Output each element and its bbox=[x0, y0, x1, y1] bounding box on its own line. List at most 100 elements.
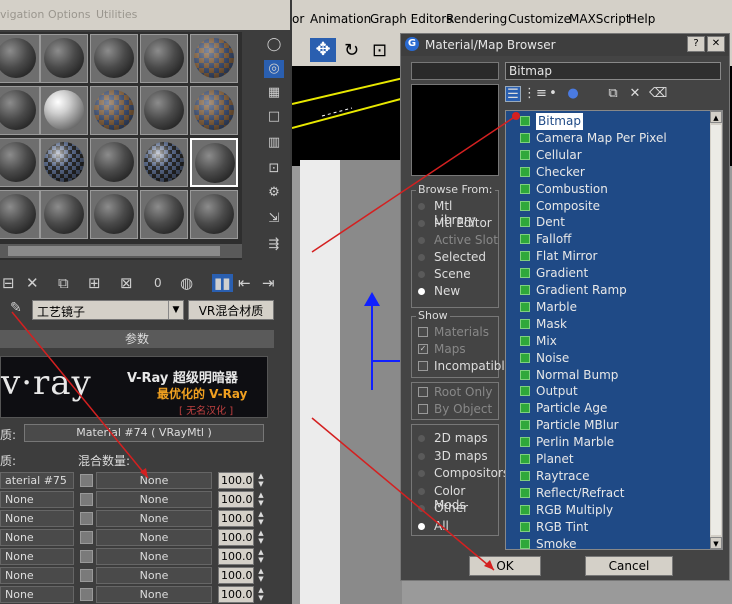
update-scene-icon[interactable]: ⧉ bbox=[605, 86, 621, 102]
map-list-item[interactable]: Checker bbox=[510, 164, 706, 181]
amount-spinner-icon[interactable]: ▲ ▼ bbox=[256, 472, 266, 489]
options-icon[interactable]: ⚙ bbox=[264, 184, 284, 202]
blend-amount-input[interactable]: 100.0 bbox=[218, 510, 254, 527]
radio-option[interactable]: 3D maps bbox=[418, 449, 498, 465]
show-end-result-icon[interactable]: ◍ bbox=[180, 274, 193, 292]
radio-option[interactable]: All bbox=[418, 519, 498, 535]
radio-option[interactable]: Compositors bbox=[418, 466, 509, 482]
sample-type-icon[interactable]: ◯ bbox=[264, 36, 284, 54]
rotate-icon[interactable]: ↻ bbox=[344, 40, 359, 61]
radio-option[interactable]: Mtl Editor bbox=[418, 216, 498, 232]
menu-maxscript[interactable]: MAXScript bbox=[569, 12, 631, 26]
blend-map-button[interactable]: None bbox=[96, 529, 212, 546]
checkbox-option[interactable]: By Object bbox=[418, 402, 498, 418]
map-list-item[interactable]: Perlin Marble bbox=[510, 434, 706, 451]
material-slot[interactable] bbox=[0, 138, 40, 187]
radio-option[interactable]: New bbox=[418, 284, 498, 300]
menu-help[interactable]: Help bbox=[628, 12, 655, 26]
delete-from-library-icon[interactable]: ✕ bbox=[627, 86, 643, 102]
amount-spinner-icon[interactable]: ▲ ▼ bbox=[256, 586, 266, 603]
make-unique-icon[interactable]: ⧉ bbox=[58, 274, 69, 292]
amount-spinner-icon[interactable]: ▲ ▼ bbox=[256, 510, 266, 527]
scroll-up-icon[interactable]: ▲ bbox=[710, 111, 722, 123]
blend-amount-input[interactable]: 100.0 bbox=[218, 567, 254, 584]
base-material-button[interactable]: Material #74 ( VRayMtl ) bbox=[24, 424, 264, 442]
map-list-item[interactable]: Gradient Ramp bbox=[510, 282, 706, 299]
map-list-item[interactable]: Planet bbox=[510, 451, 706, 468]
map-list-scrollbar[interactable]: ▲ ▼ bbox=[710, 111, 722, 549]
put-to-library-icon[interactable]: ⊟ bbox=[2, 274, 15, 292]
material-slot[interactable] bbox=[140, 86, 188, 135]
menu-rendering[interactable]: Rendering bbox=[446, 12, 507, 26]
coat-enable-checkbox[interactable] bbox=[80, 474, 93, 487]
help-button[interactable]: ? bbox=[687, 36, 705, 52]
video-color-icon[interactable]: ▥ bbox=[264, 134, 284, 152]
material-slot[interactable] bbox=[190, 86, 238, 135]
coat-material-button[interactable]: None bbox=[0, 510, 74, 527]
show-in-viewport-icon[interactable]: ▮▮ bbox=[212, 274, 233, 292]
coat-enable-checkbox[interactable] bbox=[80, 550, 93, 563]
blend-amount-input[interactable]: 100.0 bbox=[218, 586, 254, 603]
menu-utilities[interactable]: Utilities bbox=[96, 8, 137, 21]
coat-material-button[interactable]: None bbox=[0, 491, 74, 508]
map-list-item[interactable]: Particle Age bbox=[510, 400, 706, 417]
material-id-label[interactable]: 0 bbox=[154, 276, 162, 290]
coat-enable-checkbox[interactable] bbox=[80, 493, 93, 506]
checkbox-option[interactable]: ✓ Maps bbox=[418, 342, 498, 358]
material-slot[interactable] bbox=[0, 190, 40, 239]
map-list-scroll-thumb[interactable] bbox=[711, 125, 721, 535]
background-checker-icon[interactable]: ▦ bbox=[264, 84, 284, 102]
blend-map-button[interactable]: None bbox=[96, 567, 212, 584]
select-by-material-icon[interactable]: ⇲ bbox=[264, 210, 284, 228]
backlight-icon[interactable]: ◎ bbox=[264, 60, 284, 78]
map-list-item[interactable]: Normal Bump bbox=[510, 367, 706, 384]
move-icon[interactable]: ✥ bbox=[310, 38, 336, 62]
radio-option[interactable]: Selected bbox=[418, 250, 498, 266]
clear-library-icon[interactable]: ⌫ bbox=[649, 86, 667, 102]
slots-scrollbar[interactable] bbox=[0, 244, 242, 258]
menu-options[interactable]: Options bbox=[48, 8, 90, 21]
view-small-icons-icon[interactable]: • bbox=[545, 86, 561, 102]
delete-icon[interactable]: ✕ bbox=[26, 274, 39, 292]
sample-uv-icon[interactable]: □ bbox=[264, 108, 284, 126]
checkbox-option[interactable]: Materials bbox=[418, 325, 498, 341]
coat-enable-checkbox[interactable] bbox=[80, 588, 93, 601]
map-list-item[interactable]: Combustion bbox=[510, 181, 706, 198]
material-slot[interactable] bbox=[140, 138, 188, 187]
material-slot[interactable] bbox=[190, 138, 238, 187]
blend-amount-input[interactable]: 100.0 bbox=[218, 472, 254, 489]
material-slot[interactable] bbox=[90, 86, 138, 135]
material-slot[interactable] bbox=[90, 138, 138, 187]
eyedropper-icon[interactable]: ✎ bbox=[10, 300, 22, 316]
map-list-item[interactable]: Raytrace bbox=[510, 468, 706, 485]
map-list-item[interactable]: Camera Map Per Pixel bbox=[510, 130, 706, 147]
map-list-item[interactable]: Mask bbox=[510, 316, 706, 333]
show-map-icon[interactable]: ⊠ bbox=[120, 274, 133, 292]
material-type-button[interactable]: VR混合材质 bbox=[188, 300, 274, 320]
material-slot[interactable] bbox=[0, 34, 40, 83]
coat-enable-checkbox[interactable] bbox=[80, 569, 93, 582]
map-list-item[interactable]: Output bbox=[510, 383, 706, 400]
blend-map-button[interactable]: None bbox=[96, 472, 212, 489]
make-preview-icon[interactable]: ⊡ bbox=[264, 160, 284, 178]
material-slot[interactable] bbox=[0, 86, 40, 135]
blend-map-button[interactable]: None bbox=[96, 510, 212, 527]
material-slot[interactable] bbox=[140, 190, 188, 239]
material-navigator-icon[interactable]: ⇶ bbox=[264, 236, 284, 254]
menu-navigation[interactable]: vigation bbox=[0, 8, 44, 21]
coat-enable-checkbox[interactable] bbox=[80, 531, 93, 544]
view-list-icon[interactable]: ☰ bbox=[505, 86, 521, 102]
material-slot[interactable] bbox=[40, 34, 88, 83]
chevron-down-icon[interactable]: ▼ bbox=[168, 301, 183, 319]
checkbox-option[interactable]: Incompatible bbox=[418, 359, 512, 375]
map-list-item[interactable]: Noise bbox=[510, 350, 706, 367]
map-list-item[interactable]: Bitmap bbox=[510, 113, 706, 130]
menu-graph-editors[interactable]: Graph Editors bbox=[370, 12, 452, 26]
coat-material-button[interactable]: None bbox=[0, 548, 74, 565]
view-list-icons-icon[interactable]: ⋮≡ bbox=[523, 86, 547, 102]
blend-map-button[interactable]: None bbox=[96, 586, 212, 603]
map-list-item[interactable]: RGB Multiply bbox=[510, 502, 706, 519]
map-list-item[interactable]: Gradient bbox=[510, 265, 706, 282]
selected-map-name[interactable]: Bitmap bbox=[505, 62, 721, 80]
coat-material-button[interactable]: None bbox=[0, 567, 74, 584]
